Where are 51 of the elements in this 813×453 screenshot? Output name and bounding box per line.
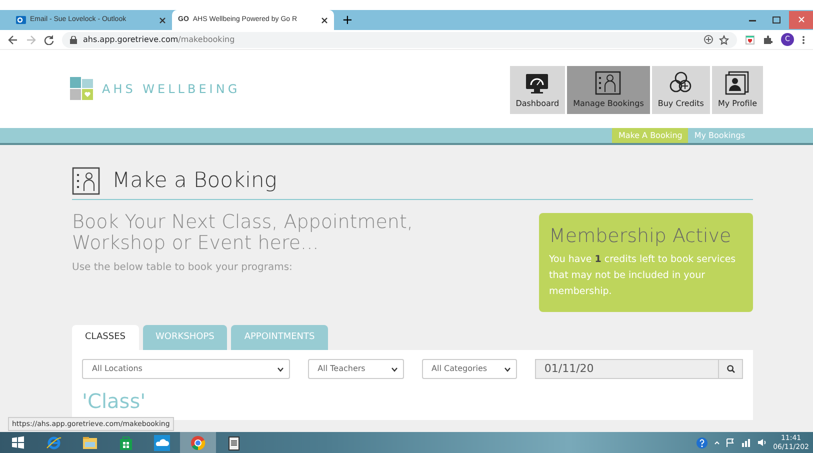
nav-tab[interactable]: Buy Credits <box>652 66 710 114</box>
close-icon[interactable] <box>159 16 166 24</box>
filter-dropdown[interactable]: All Categories <box>422 359 518 380</box>
close-icon[interactable] <box>321 16 328 24</box>
nav-tab[interactable]: Dashboard <box>510 66 566 114</box>
address-field[interactable]: ahs.app.goretrieve.com/makebooking <box>62 32 737 48</box>
search-button[interactable] <box>719 359 743 380</box>
chevron-up-icon[interactable] <box>714 440 720 446</box>
membership-text: You have 1 credits left to book services that may not be included in your membership. <box>549 252 737 300</box>
profile-icon <box>723 71 752 95</box>
help-icon[interactable] <box>696 436 708 448</box>
zoom-icon <box>726 365 734 374</box>
back-icon[interactable] <box>8 34 18 44</box>
category-tab[interactable]: CLASSES <box>72 325 138 350</box>
person-icon <box>594 71 622 95</box>
filter-dropdown[interactable]: All Teachers <box>308 359 404 380</box>
url-text: ahs.app.goretrieve.com/makebooking <box>83 34 235 46</box>
person-board-icon <box>72 167 100 195</box>
document-icon <box>226 434 242 450</box>
reload-icon[interactable] <box>44 34 54 44</box>
nav-tab[interactable]: My Profile <box>712 66 763 114</box>
store-icon <box>118 434 134 450</box>
add-icon[interactable] <box>704 35 713 44</box>
booking-heading: Book Your Next Class, Appointment, Workshop or Event here... <box>72 212 414 254</box>
network-icon[interactable] <box>741 438 752 447</box>
chrome-icon <box>190 434 206 450</box>
chevron-icon <box>504 366 512 372</box>
intro-text: Use the below table to book your programs: <box>72 260 294 275</box>
chevron-icon <box>390 366 398 372</box>
windows-icon <box>10 434 26 450</box>
page-title: Make a Booking <box>112 168 277 194</box>
cloud-icon <box>154 434 170 450</box>
date-field[interactable]: 01/11/20 <box>535 359 719 380</box>
flag-icon[interactable] <box>726 438 736 447</box>
section-heading: 'Class' <box>82 391 147 412</box>
chevron-icon <box>276 366 284 372</box>
browser-icon <box>46 434 62 450</box>
mail-icon <box>16 15 26 25</box>
logo-icon <box>70 77 94 101</box>
nav-tab[interactable]: Manage Bookings <box>567 66 650 114</box>
extension-icon[interactable] <box>745 34 755 44</box>
lock-icon <box>70 36 77 44</box>
star-icon[interactable] <box>719 34 729 44</box>
membership-title: Membership Active <box>549 225 732 248</box>
menu-icon[interactable] <box>802 34 805 44</box>
logo-text: AHS WELLBEING <box>102 81 240 98</box>
volume-icon[interactable] <box>757 438 768 447</box>
filter-dropdown[interactable]: All Locations <box>82 359 290 380</box>
new-tab-button[interactable]: + <box>342 14 353 27</box>
puzzle-icon[interactable] <box>763 34 773 44</box>
folder-icon <box>82 434 98 450</box>
